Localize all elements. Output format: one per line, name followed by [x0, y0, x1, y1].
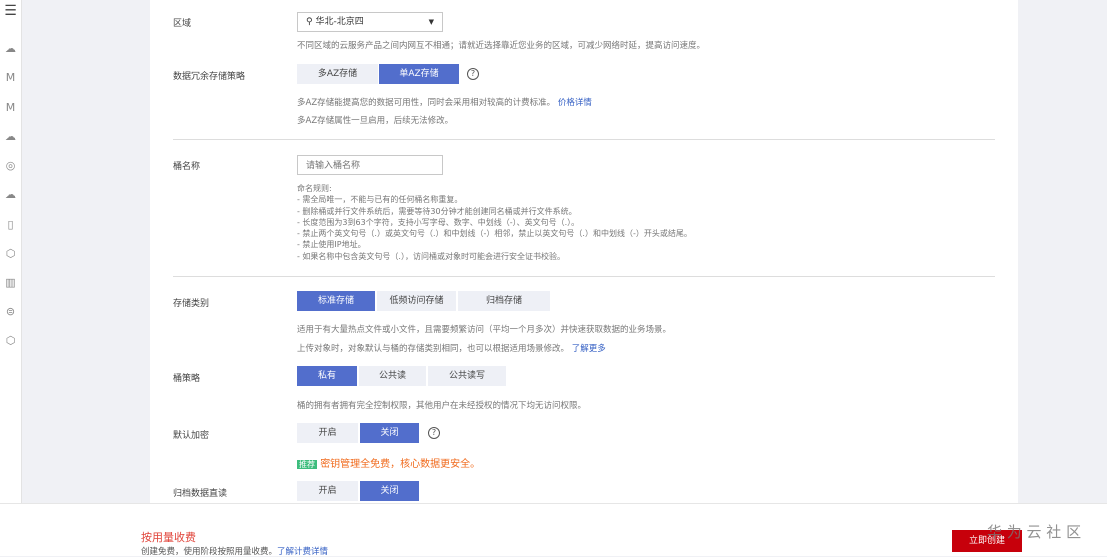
cloud-icon[interactable]: ☁ — [3, 41, 18, 56]
redundancy-label: 数据冗余存储策略 — [173, 72, 246, 82]
help-icon[interactable]: ? — [467, 68, 479, 80]
archive-read-label: 归档数据直读 — [173, 489, 228, 499]
rule: - 删除桶或并行文件系统后，需要等待30分钟才能创建同名桶或并行文件系统。 — [297, 206, 577, 216]
region-label: 区域 — [173, 19, 192, 29]
encryption-off-button[interactable]: 关闭 — [360, 423, 419, 443]
rule: - 禁止使用IP地址。 — [297, 240, 366, 250]
rule: - 长度范围为3到63个字符，支持小写字母、数字、中划线（-）、英文句号（.）。 — [297, 217, 580, 227]
promo: 推荐 密钥管理全免费，核心数据更安全。 — [297, 455, 480, 470]
recommend-badge: 推荐 — [297, 460, 317, 469]
archive-storage-button[interactable]: 归档存储 — [458, 291, 550, 311]
standard-storage-button[interactable]: 标准存储 — [297, 291, 375, 311]
watermark: 华 为 云 社 区 — [987, 523, 1082, 541]
chevron-down-icon: ▼ — [428, 18, 434, 26]
infrequent-storage-button[interactable]: 低频访问存储 — [377, 291, 456, 311]
learn-more-link[interactable]: 了解更多 — [572, 344, 606, 354]
policy-desc: 桶的拥有者拥有完全控制权限，其他用户在未经授权的情况下均无访问权限。 — [297, 401, 587, 411]
billing-title: 按用量收费 — [141, 531, 196, 544]
encryption-on-button[interactable]: 开启 — [297, 423, 358, 443]
private-button[interactable]: 私有 — [297, 366, 357, 386]
rule: - 需全局唯一，不能与已有的任何桶名称重复。 — [297, 195, 463, 205]
region-desc: 不同区域的云服务产品之间内网互不相通；请就近选择靠近您业务的区域，可减少网络时延… — [297, 41, 706, 51]
document-icon[interactable]: ▯ — [3, 217, 18, 232]
book-icon[interactable]: ▥ — [3, 275, 18, 290]
multi-az-button[interactable]: 多AZ存储 — [297, 64, 378, 84]
model-icon[interactable]: M — [3, 100, 18, 115]
cloud-icon[interactable]: ☁ — [3, 187, 18, 202]
region-select[interactable]: ⚲ 华北-北京四 ▼ — [297, 12, 443, 32]
rule: - 如果名称中包含英文句号（.），访问桶或对象时可能会进行安全证书校验。 — [297, 251, 565, 261]
menu-icon[interactable]: ☰ — [3, 4, 18, 19]
shield-icon[interactable]: ⬡ — [3, 246, 18, 261]
public-read-button[interactable]: 公共读 — [359, 366, 426, 386]
redundancy-desc-text: 多AZ存储能提高您的数据可用性，同时会采用相对较高的计费标准。 — [297, 98, 556, 108]
promo-text: 密钥管理全免费，核心数据更安全。 — [320, 459, 481, 470]
storage-class-desc: 适用于有大量热点文件或小文件，且需要频繁访问（平均一个月多次）并快速获取数据的业… — [297, 325, 672, 335]
encryption-label: 默认加密 — [173, 431, 210, 441]
archive-read-off-button[interactable]: 关闭 — [360, 481, 419, 501]
model-icon[interactable]: M — [3, 70, 18, 85]
rule: 命名规则: — [297, 184, 332, 193]
storage-icon[interactable]: ⊜ — [3, 304, 18, 319]
storage-class-label: 存储类别 — [173, 299, 210, 309]
billing-desc: 创建免费，使用阶段按照用量收费。了解计费详情 — [141, 545, 328, 557]
location-icon: ⚲ — [306, 17, 313, 27]
public-read-write-button[interactable]: 公共读写 — [428, 366, 506, 386]
storage-class-note-text: 上传对象时，对象默认与桶的存储类别相同，也可以根据适用场景修改。 — [297, 344, 570, 354]
price-details-link[interactable]: 价格详情 — [558, 98, 592, 108]
bucket-name-label: 桶名称 — [173, 162, 201, 172]
hexagon-icon[interactable]: ⬡ — [3, 333, 18, 348]
divider — [173, 276, 995, 277]
help-icon[interactable]: ? — [428, 427, 440, 439]
cloud-upload-icon[interactable]: ☁ — [3, 129, 18, 144]
storage-class-note: 上传对象时，对象默认与桶的存储类别相同，也可以根据适用场景修改。 了解更多 — [297, 342, 606, 354]
naming-rules: 命名规则: - 需全局唯一，不能与已有的任何桶名称重复。 - 删除桶或并行文件系… — [297, 183, 692, 262]
region-value: 华北-北京四 — [315, 17, 364, 27]
divider — [173, 139, 995, 140]
footer-bar: 按用量收费 创建免费，使用阶段按照用量收费。了解计费详情 立即创建 华 为 云 … — [0, 503, 1107, 557]
bucket-name-input[interactable] — [297, 155, 443, 175]
target-icon[interactable]: ◎ — [3, 158, 18, 173]
bucket-policy-label: 桶策略 — [173, 374, 201, 384]
archive-read-on-button[interactable]: 开启 — [297, 481, 358, 501]
rule: - 禁止两个英文句号（.）或英文句号（.）和中划线（-）相邻，禁止以英文句号（.… — [297, 229, 692, 239]
redundancy-note: 多AZ存储属性一旦启用，后续无法修改。 — [297, 116, 454, 126]
redundancy-desc: 多AZ存储能提高您的数据可用性，同时会采用相对较高的计费标准。 价格详情 — [297, 96, 592, 108]
single-az-button[interactable]: 单AZ存储 — [379, 64, 459, 84]
sidebar: ☰ ☁ M M ☁ ◎ ☁ ▯ ⬡ ▥ ⊜ ⬡ — [0, 0, 22, 556]
